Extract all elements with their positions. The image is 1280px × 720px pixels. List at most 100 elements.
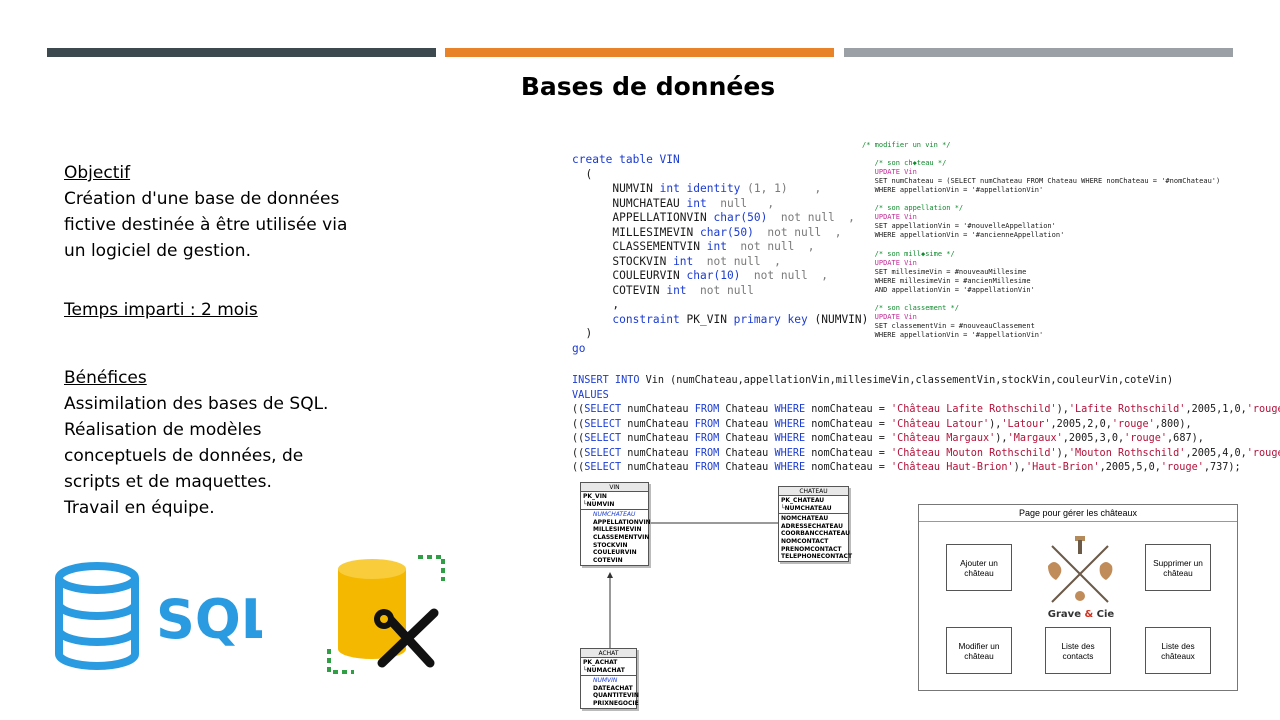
code-line: WHERE appellationVin = '#appellationVin' <box>862 186 1044 195</box>
code-line: , <box>612 298 620 311</box>
field: STOCKVIN <box>593 541 628 549</box>
field: QUANTITEVIN <box>593 692 639 700</box>
insert-row: ((SELECT numChateau FROM Chateau WHERE n… <box>572 404 1280 415</box>
header-bar-gray <box>844 48 1233 57</box>
code-line: SET classementVin = #nouveauClassement <box>862 321 1035 330</box>
database-tools-icon <box>327 555 445 674</box>
code-keyword: primary key <box>733 312 808 326</box>
code-keyword: INSERT INTO <box>572 375 640 386</box>
insert-row: ((SELECT numChateau FROM Chateau WHERE n… <box>572 447 1280 459</box>
code-line: /* son appellation */ <box>862 204 964 213</box>
insert-row: ((SELECT numChateau FROM Chateau WHERE n… <box>572 462 1241 473</box>
code-line: /* son mill◆sime */ <box>862 249 955 258</box>
mcd-table-achat: ACHAT PK_ACHAT └NUMACHAT NUMVIN DATEACHAT Q… <box>580 648 639 709</box>
pk-label: PK_CHATEAU <box>781 497 825 504</box>
insert-code: INSERT INTO Vin (numChateau,appellationV… <box>572 374 1280 476</box>
fk-field: NUMCHATEAU <box>593 511 636 519</box>
database-icon: SQL <box>55 562 262 670</box>
code-line: SET numChateau = (SELECT numChateau FROM… <box>862 177 1221 186</box>
add-chateau-button[interactable]: Ajouter un château <box>946 544 1012 591</box>
field: ADRESSECHATEAU <box>781 522 843 530</box>
code-line: (NUMVIN) <box>807 312 869 326</box>
code-line: ) <box>585 327 593 340</box>
objectif-heading: Objectif <box>64 163 131 183</box>
code-column-list: NUMVIN int identity (1, 1) , NUMCHATEAU … <box>572 182 855 297</box>
pk-label: PK_VIN <box>583 493 607 500</box>
code-column-line: NUMCHATEAU int null , <box>612 196 775 210</box>
create-table-code: create table VIN ( NUMVIN int identity (… <box>572 153 868 356</box>
code-column-line: COULEURVIN char(10) not null , <box>612 269 828 282</box>
sql-label: SQL <box>156 588 262 651</box>
field: COTEVIN <box>593 556 623 564</box>
header-bar-dark <box>47 48 436 57</box>
mcd-table-chateau: CHATEAU PK_CHATEAU └NUMCHATEAU NOMCHATEAU… <box>778 486 853 562</box>
field: CLASSEMENTVIN <box>593 533 650 541</box>
code-line: /* son classement */ <box>862 303 959 312</box>
benefices-line: conceptuels de données, de <box>64 446 304 466</box>
insert-row: ((SELECT numChateau FROM Chateau WHERE n… <box>572 433 1204 444</box>
code-line: UPDATE Vin <box>862 312 917 321</box>
pk-field: └NUMCHATEAU <box>781 504 832 512</box>
code-column-line: CLASSEMENTVIN int not null , <box>612 240 815 253</box>
code-line: WHERE appellationVin = '#ancienneAppella… <box>862 231 1065 240</box>
benefices-line: Réalisation de modèles <box>64 420 262 440</box>
code-line: Vin (numChateau,appellationVin,millesime… <box>639 375 1174 386</box>
field: TELEPHONECONTACT <box>781 553 853 561</box>
code-column-line: COTEVIN int not null <box>612 283 754 297</box>
code-line: WHERE millesimeVin = #ancienMillesime <box>862 276 1031 285</box>
pk-field: └NUMACHAT <box>583 666 625 674</box>
objectif-line: fictive destinée à être utilisée via <box>64 215 348 235</box>
objectif-line: un logiciel de gestion. <box>64 241 251 261</box>
temps-imparti: Temps imparti : 2 mois <box>64 300 258 320</box>
code-line: AND appellationVin = '#appellationVin' <box>862 285 1035 294</box>
slide-title: Bases de données <box>520 72 776 101</box>
table-name: ACHAT <box>581 649 636 658</box>
code-column-line: STOCKVIN int not null , <box>612 254 781 268</box>
field: PRENOMCONTACT <box>781 545 842 553</box>
benefices-line: scripts et de maquettes. <box>64 472 272 492</box>
field: NOMCHATEAU <box>781 515 829 523</box>
code-column-line: MILLESIMEVIN char(50) not null , <box>612 225 842 239</box>
mockup-title: Page pour gérer les châteaux <box>919 505 1237 522</box>
header-bar-orange <box>445 48 834 57</box>
insert-rows: ((SELECT numChateau FROM Chateau WHERE n… <box>572 404 1280 473</box>
code-line: WHERE appellationVin = '#appellationVin' <box>862 330 1044 339</box>
benefices-section: Bénéfices Assimilation des bases de SQL.… <box>64 365 364 521</box>
code-line: SET appellationVin = '#nouvelleAppellati… <box>862 222 1056 231</box>
mcd-table-vin: VIN PK_VIN └NUMVIN NUMCHATEAU APPELLATION… <box>580 482 651 566</box>
code-line: create table VIN <box>572 153 680 166</box>
field: APPELLATIONVIN <box>593 518 651 526</box>
code-line: /* modifier un vin */ <box>862 141 951 149</box>
code-line: ( <box>585 167 593 181</box>
code-line: UPDATE Vin <box>862 258 917 267</box>
table-name: CHATEAU <box>779 487 848 496</box>
table-name: VIN <box>581 483 648 492</box>
code-column-line: NUMVIN int identity (1, 1) , <box>612 182 822 195</box>
edit-chateau-button[interactable]: Modifier un château <box>946 627 1012 674</box>
delete-chateau-button[interactable]: Supprimer un château <box>1145 544 1211 591</box>
wine-logo-icon <box>1048 536 1113 603</box>
code-line: PK_VIN <box>679 312 734 326</box>
logo-text: Grave & Cie <box>1047 609 1115 620</box>
field: MILLESIMEVIN <box>593 526 642 534</box>
code-column-line: APPELLATIONVIN char(50) not null , <box>612 211 855 224</box>
code-line: go <box>572 341 586 355</box>
chateaux-list-button[interactable]: Liste des châteaux <box>1145 627 1211 674</box>
code-line: SET millesimeVin = #nouveauMillesime <box>862 267 1027 276</box>
pk-label: PK_ACHAT <box>583 659 618 666</box>
insert-row: ((SELECT numChateau FROM Chateau WHERE n… <box>572 418 1192 430</box>
field: PRIXNEGOCIE <box>593 699 639 707</box>
field: COULEURVIN <box>593 549 637 557</box>
code-line: UPDATE Vin <box>862 213 917 222</box>
contacts-list-button[interactable]: Liste des contacts <box>1045 627 1111 674</box>
field: DATEACHAT <box>593 684 633 692</box>
code-line: UPDATE Vin <box>862 168 917 177</box>
code-keyword: constraint <box>612 312 680 326</box>
fk-field: NUMVIN <box>593 677 618 685</box>
benefices-line: Travail en équipe. <box>64 498 215 518</box>
benefices-heading: Bénéfices <box>64 368 147 388</box>
objectif-line: Création d'une base de données <box>64 189 340 209</box>
update-code: /* modifier un vin */ /* son ch◆teau */ … <box>862 141 1220 340</box>
objectif-section: Objectif Création d'une base de données … <box>64 160 364 264</box>
code-line: /* son ch◆teau */ <box>862 159 947 168</box>
